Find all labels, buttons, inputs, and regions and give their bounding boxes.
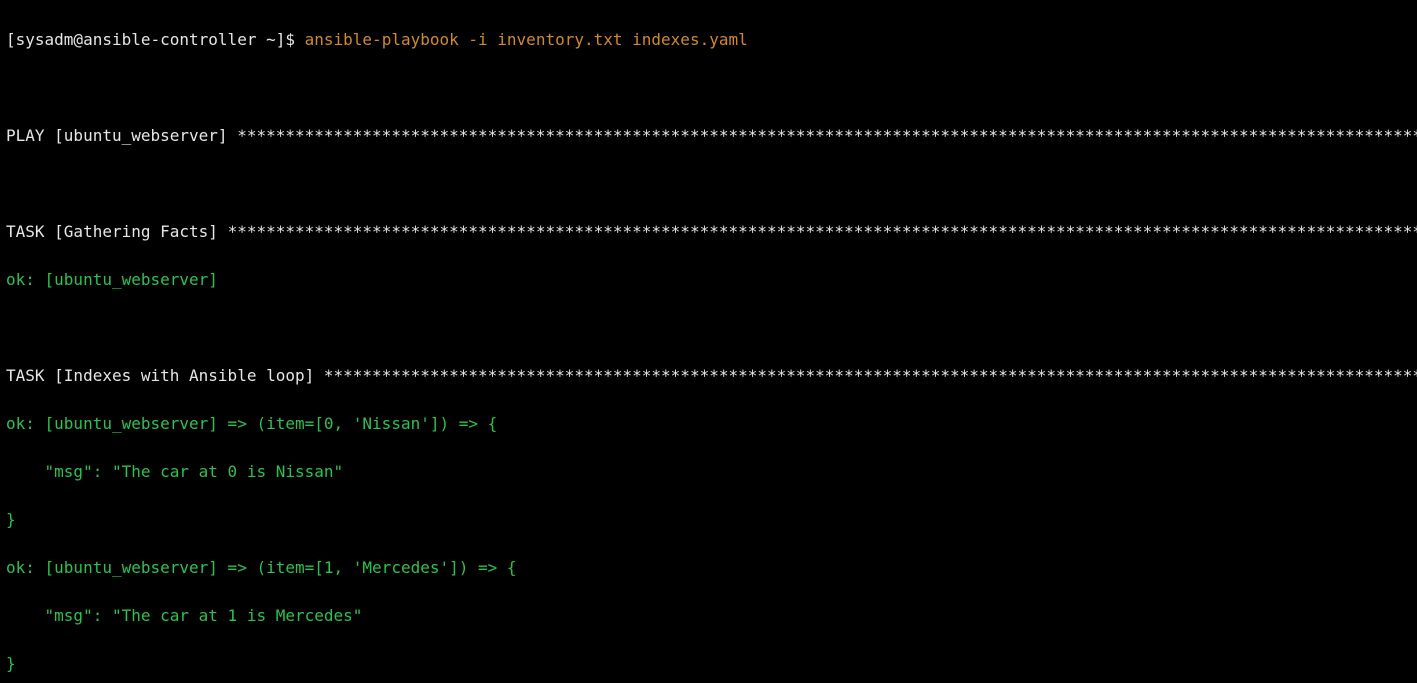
loop-item-brace: } xyxy=(6,508,1411,532)
play-label: PLAY [ubuntu_webserver] xyxy=(6,126,237,145)
play-header-line: PLAY [ubuntu_webserver] ****************… xyxy=(6,124,1411,148)
terminal-output[interactable]: [sysadm@ansible-controller ~]$ ansible-p… xyxy=(0,0,1417,683)
task-loop-label: TASK [Indexes with Ansible loop] xyxy=(6,366,324,385)
task-facts-stars: ****************************************… xyxy=(228,222,1417,241)
loop-item-msg: "msg": "The car at 1 is Mercedes" xyxy=(6,604,1411,628)
play-stars: ****************************************… xyxy=(237,126,1417,145)
blank-line xyxy=(6,172,1411,196)
prompt-line: [sysadm@ansible-controller ~]$ ansible-p… xyxy=(6,28,1411,52)
loop-item-head: ok: [ubuntu_webserver] => (item=[0, 'Nis… xyxy=(6,412,1411,436)
task-facts-ok: ok: [ubuntu_webserver] xyxy=(6,268,1411,292)
task-loop-stars: ****************************************… xyxy=(324,366,1417,385)
task-loop-header: TASK [Indexes with Ansible loop] *******… xyxy=(6,364,1411,388)
loop-item-head: ok: [ubuntu_webserver] => (item=[1, 'Mer… xyxy=(6,556,1411,580)
blank-line xyxy=(6,76,1411,100)
task-facts-header: TASK [Gathering Facts] *****************… xyxy=(6,220,1411,244)
loop-item-brace: } xyxy=(6,652,1411,676)
shell-command: ansible-playbook -i inventory.txt indexe… xyxy=(305,30,748,49)
loop-item-msg: "msg": "The car at 0 is Nissan" xyxy=(6,460,1411,484)
shell-prompt: [sysadm@ansible-controller ~]$ xyxy=(6,30,305,49)
blank-line xyxy=(6,316,1411,340)
task-facts-label: TASK [Gathering Facts] xyxy=(6,222,228,241)
